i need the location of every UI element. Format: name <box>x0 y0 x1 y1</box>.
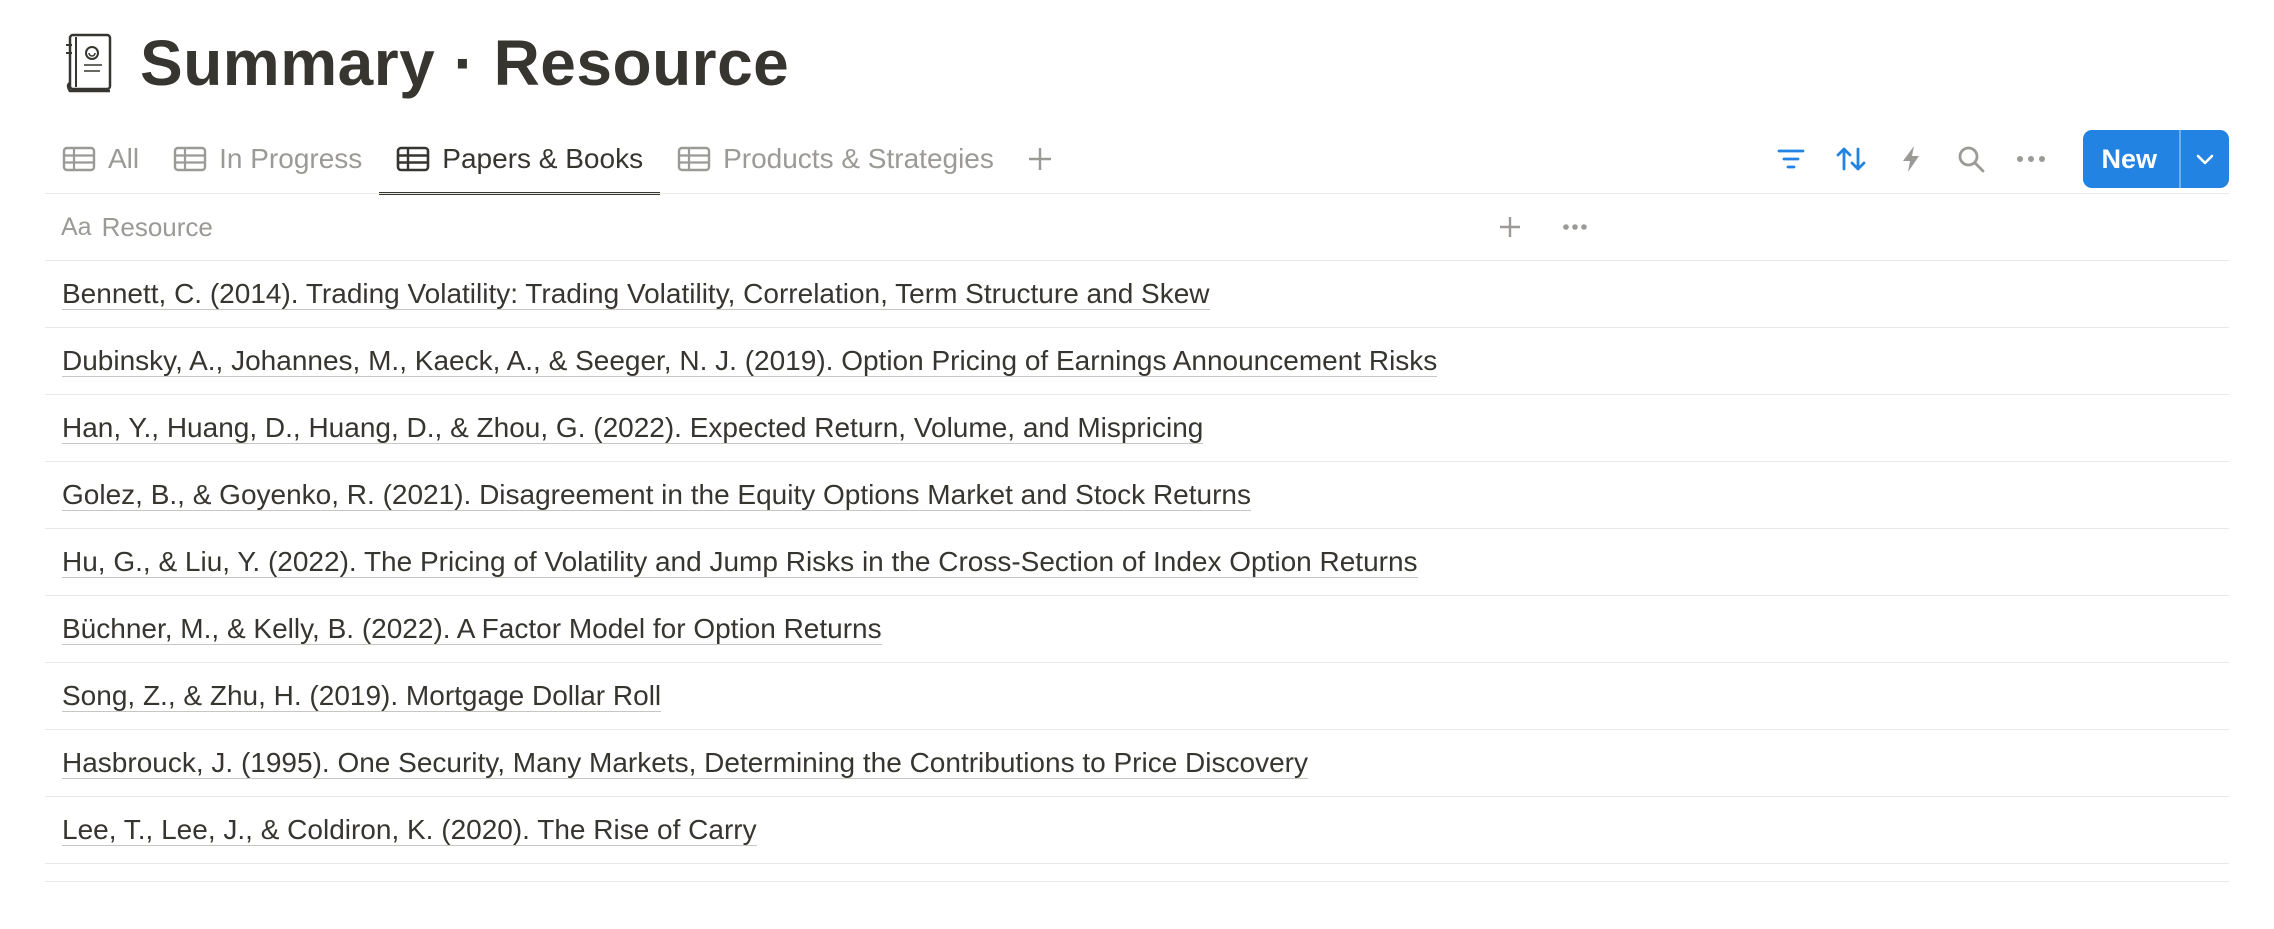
view-toolbar: New <box>1761 124 2229 194</box>
notebook-icon[interactable] <box>62 31 140 95</box>
table-row: Büchner, M., & Kelly, B. (2022). A Facto… <box>45 596 2229 663</box>
row-title-link[interactable]: Lee, T., Lee, J., & Coldiron, K. (2020).… <box>62 814 757 846</box>
search-icon <box>1959 146 1985 173</box>
tab-label: In Progress <box>219 143 363 174</box>
plus-icon <box>1028 148 1051 170</box>
table-row: Lee, T., Lee, J., & Coldiron, K. (2020).… <box>45 797 2229 864</box>
row-title-link[interactable]: Dubinsky, A., Johannes, M., Kaeck, A., &… <box>62 345 1438 377</box>
new-dropdown-button[interactable] <box>2179 130 2229 188</box>
view-bar: All In Progress Papers & Books Products … <box>45 124 2229 195</box>
row-title-link[interactable]: Golez, B., & Goyenko, R. (2021). Disagre… <box>62 479 1252 511</box>
more-icon <box>2017 156 2046 162</box>
table-icon <box>62 146 96 172</box>
database-table: Aa Resource Bennett, C. (2014). Trading … <box>45 194 2229 882</box>
row-title-link[interactable]: Song, Z., & Zhu, H. (2019). Mortgage Dol… <box>62 680 662 712</box>
row-title-link[interactable]: Bennett, C. (2014). Trading Volatility: … <box>62 278 1210 310</box>
tab-label: Papers & Books <box>442 143 644 174</box>
table-icon <box>173 146 207 172</box>
add-view-button[interactable] <box>1011 124 1069 194</box>
table-footer-divider <box>45 864 2229 882</box>
row-title-link[interactable]: Büchner, M., & Kelly, B. (2022). A Facto… <box>62 613 882 645</box>
tab-label: Products & Strategies <box>723 143 994 174</box>
table-row: Han, Y., Huang, D., Huang, D., & Zhou, G… <box>45 395 2229 462</box>
tab-all[interactable]: All <box>45 124 156 194</box>
new-button[interactable]: New <box>2083 130 2179 188</box>
plus-icon <box>1500 217 1520 237</box>
column-header-resource[interactable]: Resource <box>102 212 213 243</box>
row-title-link[interactable]: Hasbrouck, J. (1995). One Security, Many… <box>62 747 1308 779</box>
row-title-link[interactable]: Han, Y., Huang, D., Huang, D., & Zhou, G… <box>62 412 1204 444</box>
more-button[interactable] <box>2001 129 2061 189</box>
tab-label: All <box>108 143 140 174</box>
filter-icon <box>1778 149 1805 169</box>
text-property-icon: Aa <box>61 212 92 241</box>
page-header: Summary · Resource <box>62 20 789 106</box>
new-button-group: New <box>2083 130 2229 188</box>
table-icon <box>396 146 430 172</box>
automation-icon <box>1903 146 1920 172</box>
view-tabs: All In Progress Papers & Books Products … <box>45 124 1761 195</box>
more-icon <box>1563 224 1587 230</box>
tab-papers-books[interactable]: Papers & Books <box>379 124 660 195</box>
search-button[interactable] <box>1941 129 2001 189</box>
column-options-button[interactable] <box>1553 205 1597 249</box>
filter-button[interactable] <box>1761 129 1821 189</box>
tab-products-strategies[interactable]: Products & Strategies <box>660 124 1011 194</box>
row-title-link[interactable]: Hu, G., & Liu, Y. (2022). The Pricing of… <box>62 546 1418 578</box>
table-row: Hasbrouck, J. (1995). One Security, Many… <box>45 730 2229 797</box>
add-property-button[interactable] <box>1488 205 1532 249</box>
sort-icon <box>1837 147 1866 171</box>
table-row: Hu, G., & Liu, Y. (2022). The Pricing of… <box>45 529 2229 596</box>
table-icon <box>677 146 711 172</box>
page-title: Summary · Resource <box>140 27 790 99</box>
tab-in-progress[interactable]: In Progress <box>156 124 379 194</box>
sort-button[interactable] <box>1821 129 1881 189</box>
table-row: Golez, B., & Goyenko, R. (2021). Disagre… <box>45 462 2229 529</box>
automation-button[interactable] <box>1881 129 1941 189</box>
table-row: Song, Z., & Zhu, H. (2019). Mortgage Dol… <box>45 663 2229 730</box>
table-row: Bennett, C. (2014). Trading Volatility: … <box>45 261 2229 328</box>
chevron-down-icon <box>2196 154 2214 165</box>
table-row: Dubinsky, A., Johannes, M., Kaeck, A., &… <box>45 328 2229 395</box>
table-header: Aa Resource <box>45 194 2229 261</box>
